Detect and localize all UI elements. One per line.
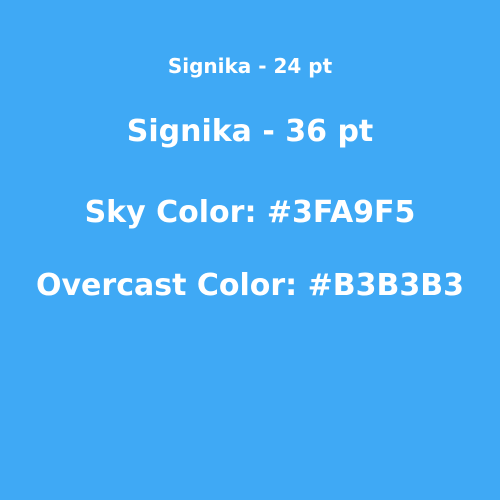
font-size-24-label: Signika - 24 pt [167,54,333,78]
overcast-color-label: Overcast Color: #B3B3B3 [36,268,464,303]
font-size-36-label: Signika - 36 pt [126,114,374,149]
sky-color-label: Sky Color: #3FA9F5 [84,195,416,230]
